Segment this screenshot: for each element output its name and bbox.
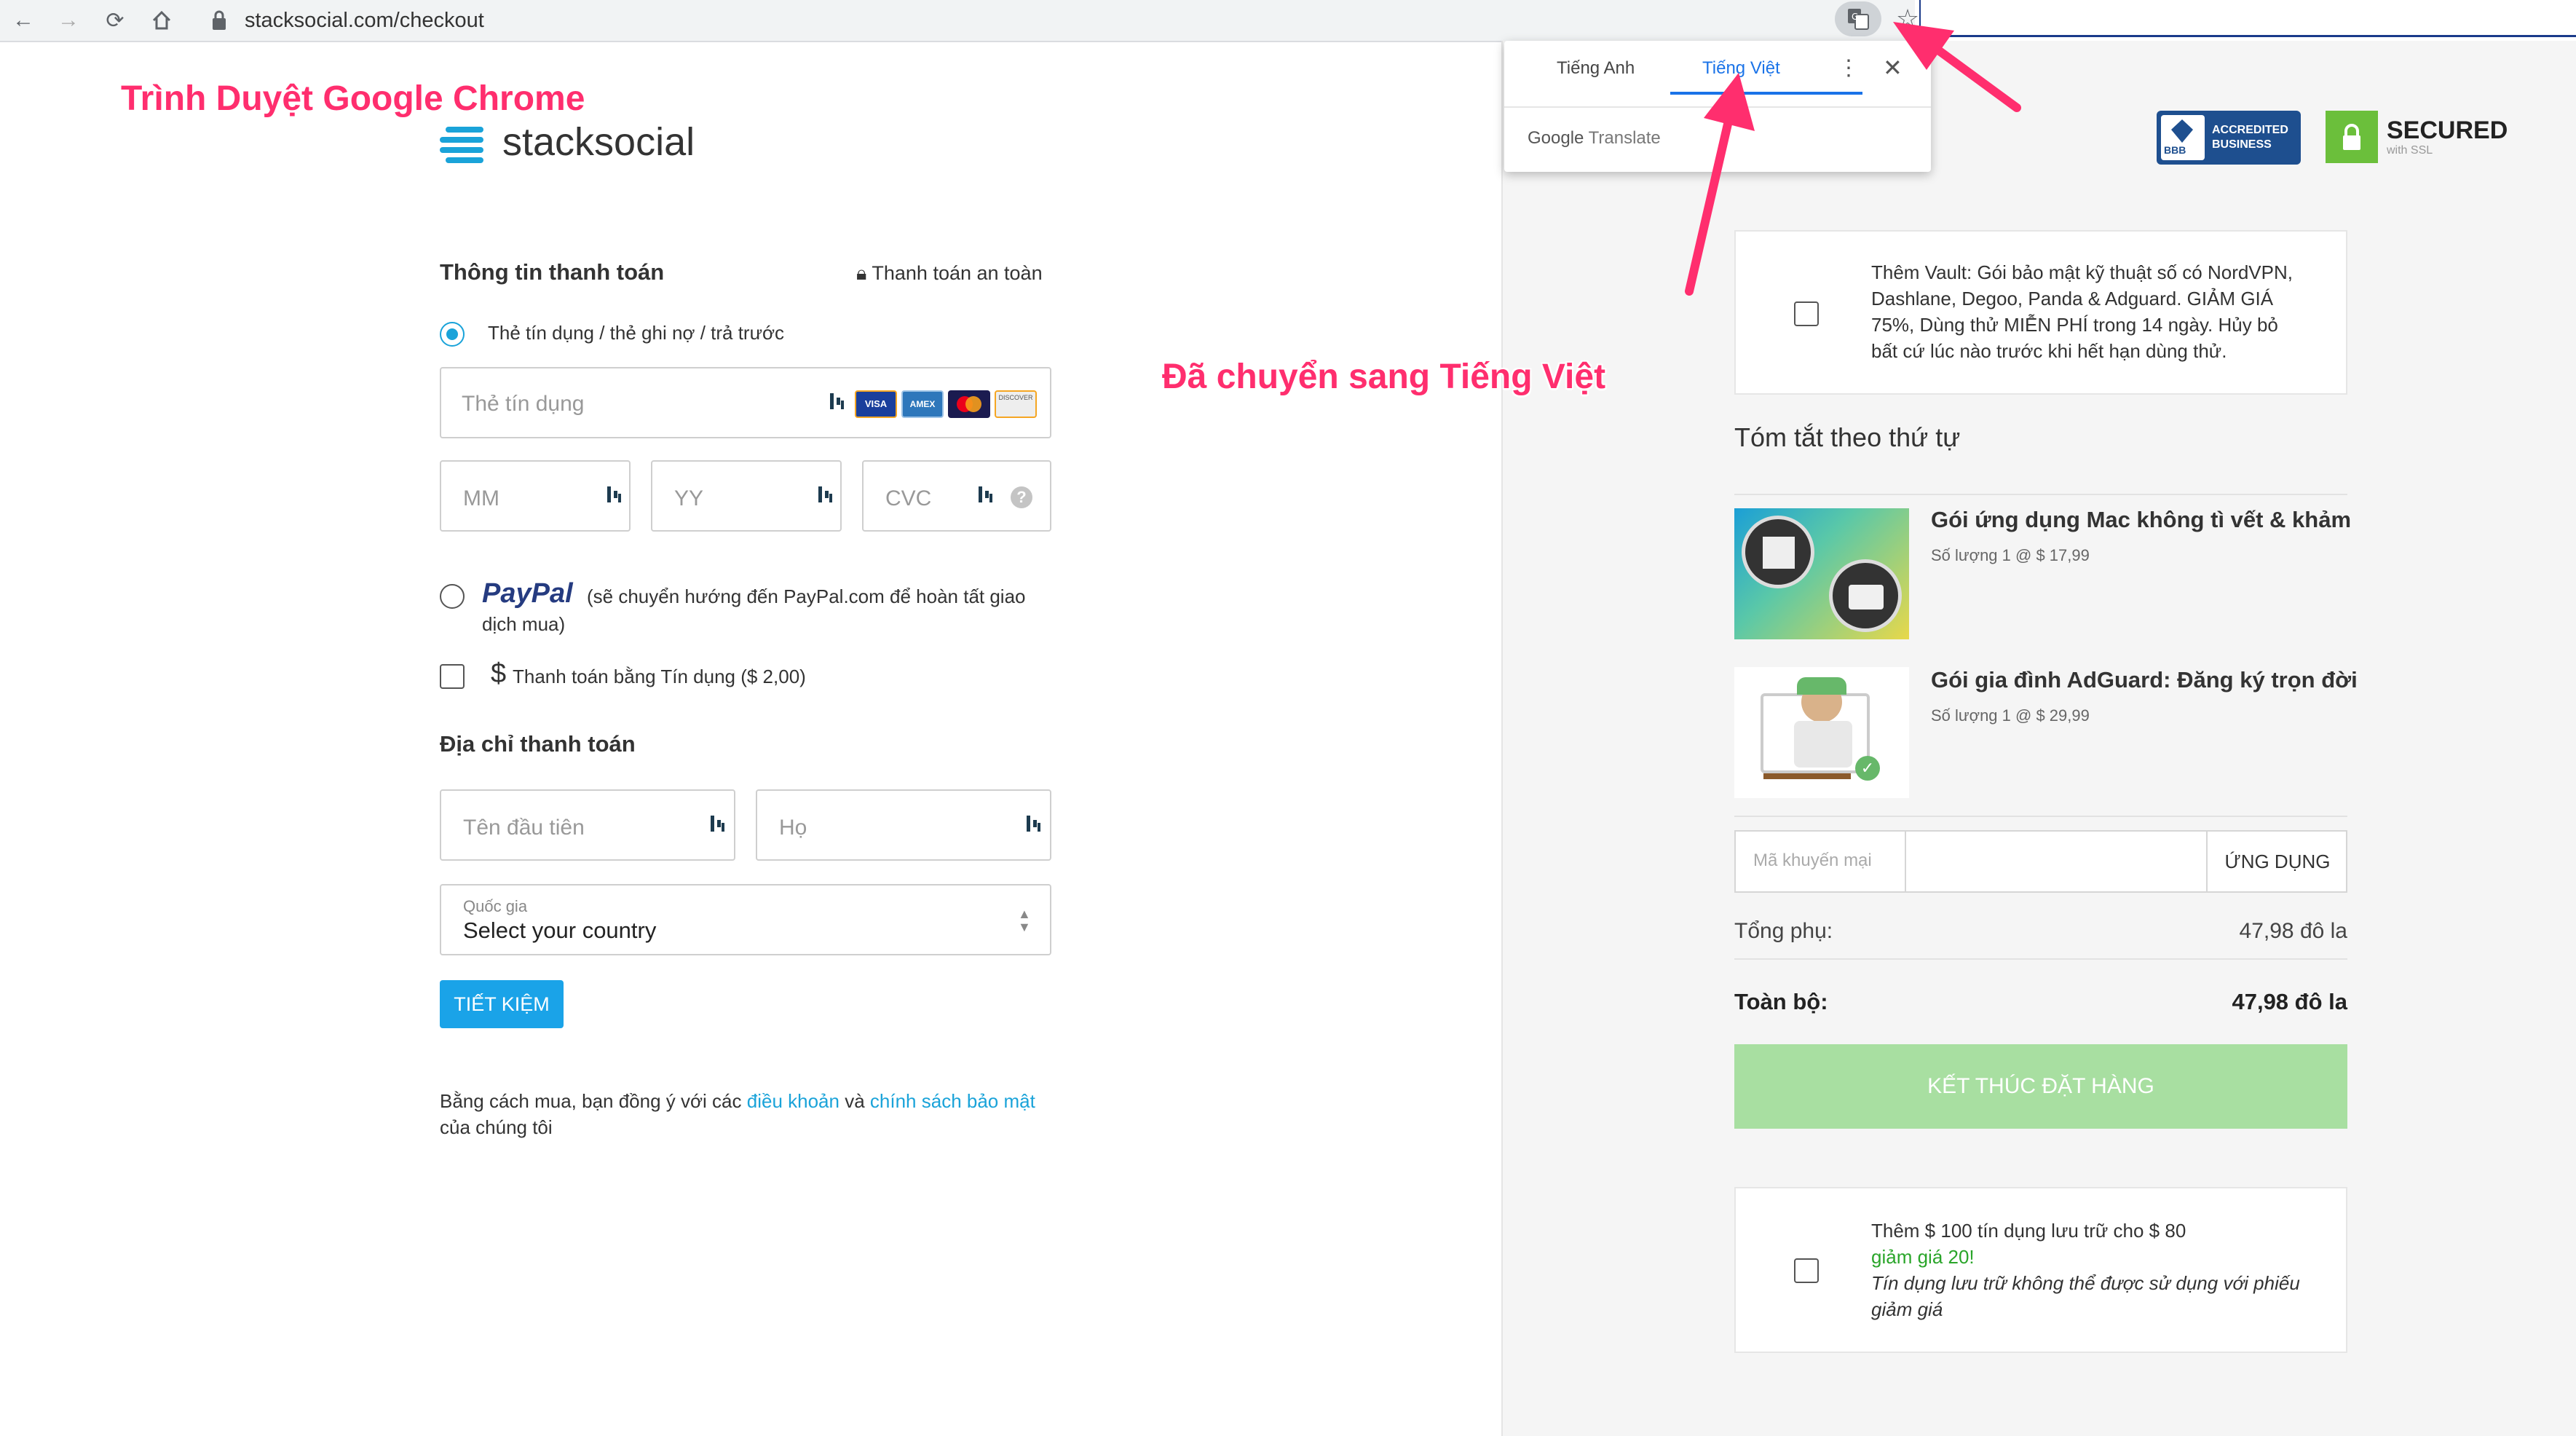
vault-offer-checkbox[interactable]	[1794, 301, 1819, 326]
last-name-field[interactable]: Họ	[756, 789, 1051, 861]
select-arrows-icon: ▲ ▼	[1018, 907, 1031, 934]
keychain-icon	[1027, 813, 1041, 835]
keychain-icon	[830, 390, 845, 412]
total-value: 47,98 đô la	[2232, 989, 2347, 1014]
mastercard-icon	[948, 390, 990, 418]
terms-link[interactable]: điều khoản	[747, 1090, 839, 1112]
privacy-link[interactable]: chính sách bảo mật	[870, 1090, 1035, 1112]
product-name: Gói ứng dụng Mac không tì vết & khảm	[1931, 507, 2352, 532]
keychain-icon	[818, 484, 833, 505]
tab-english[interactable]: Tiếng Anh	[1557, 58, 1635, 79]
card-option-label: Thẻ tín dụng / thẻ ghi nợ / trả trước	[488, 322, 785, 344]
save-button[interactable]: TIẾT KIỆM	[440, 980, 564, 1028]
vault-offer-text: Thêm Vault: Gói bảo mật kỹ thuật số có N…	[1871, 261, 2293, 362]
more-options-icon[interactable]: ⋮	[1838, 55, 1860, 81]
first-name-field[interactable]: Tên đầu tiên	[440, 789, 735, 861]
apply-promo-button[interactable]: ỨNG DỤNG	[2206, 832, 2347, 891]
divider	[1734, 494, 2347, 495]
discover-icon: DISCOVER	[995, 390, 1037, 418]
divider	[1734, 958, 2347, 960]
brand-logo-text[interactable]: stacksocial	[502, 119, 695, 165]
card-number-placeholder: Thẻ tín dụng	[462, 392, 585, 416]
terms-text: Bằng cách mua, bạn đồng ý với các điều k…	[440, 1090, 1035, 1138]
bbb-mark-icon: BBB	[2161, 115, 2205, 160]
cvc-field[interactable]: CVC ?	[862, 460, 1051, 532]
stacksocial-logo-icon	[440, 125, 491, 166]
product-name: Gói gia đình AdGuard: Đăng ký trọn đời	[1931, 667, 2358, 693]
expiry-year-field[interactable]: YY	[651, 460, 842, 532]
vault-offer-card: Thêm Vault: Gói bảo mật kỹ thuật số có N…	[1734, 230, 2347, 395]
keychain-icon	[979, 484, 993, 505]
subtotal-value: 47,98 đô la	[2239, 919, 2347, 943]
amex-icon: AMEX	[901, 390, 944, 418]
complete-order-button[interactable]: KẾT THÚC ĐẶT HÀNG	[1734, 1044, 2347, 1129]
country-label: Quốc gia	[463, 897, 528, 915]
bbb-badge: BBB ACCREDITED BUSINESS	[2157, 111, 2301, 165]
browser-annotation: Trình Duyệt Google Chrome	[121, 79, 585, 118]
divider	[1734, 816, 2347, 817]
google-translate-footer: Google Translate	[1528, 128, 1661, 149]
keychain-icon	[607, 484, 622, 505]
product-thumbnail-adguard[interactable]: ✓	[1734, 667, 1909, 798]
billing-heading: Địa chỉ thanh toán	[440, 731, 636, 757]
store-credit-offer-card: Thêm $ 100 tín dụng lưu trữ cho $ 80 giả…	[1734, 1187, 2347, 1353]
address-bar[interactable]: stacksocial.com/checkout	[245, 6, 484, 35]
secured-lock-icon	[2326, 111, 2378, 163]
forward-arrow-icon[interactable]: →	[52, 4, 84, 36]
promo-code-group: Mã khuyến mại ỨNG DỤNG	[1734, 830, 2347, 893]
product-thumbnail-mac-bundle[interactable]	[1734, 508, 1909, 639]
store-credit-checkbox[interactable]	[440, 664, 465, 689]
svg-text:G: G	[1852, 12, 1858, 22]
payment-heading: Thông tin thanh toán	[440, 259, 665, 285]
store-credit-offer-checkbox[interactable]	[1794, 1258, 1819, 1283]
store-credit-offer-text: Thêm $ 100 tín dụng lưu trữ cho $ 80 giả…	[1871, 1220, 2300, 1320]
google-wordmark: Google	[1528, 128, 1584, 148]
secured-subtitle: with SSL	[2387, 144, 2433, 157]
card-radio[interactable]	[440, 322, 465, 347]
browser-toolbar: ← → ⟳ stacksocial.com/checkout G ☆	[0, 0, 1919, 42]
product-quantity: Số lượng 1 @ $ 17,99	[1931, 546, 2090, 564]
total-label: Toàn bộ:	[1734, 989, 1828, 1014]
paypal-note-line1: (sẽ chuyển hướng đến PayPal.com để hoàn …	[587, 585, 1026, 607]
product-quantity: Số lượng 1 @ $ 29,99	[1931, 706, 2090, 725]
promo-code-input[interactable]	[1906, 832, 2206, 891]
lock-icon: 🔒︎	[856, 262, 867, 284]
help-icon[interactable]: ?	[1011, 486, 1032, 508]
keychain-icon	[711, 813, 725, 835]
reload-icon[interactable]: ⟳	[99, 4, 131, 36]
dollar-icon: $	[491, 658, 507, 689]
paypal-logo: PayPal	[482, 578, 573, 609]
secured-title: SECURED	[2387, 117, 2508, 144]
secure-payment-note: 🔒︎ Thanh toán an toàn	[856, 262, 1043, 284]
home-icon[interactable]	[146, 4, 178, 36]
translate-wordmark: Translate	[1588, 128, 1661, 148]
translate-icon[interactable]: G	[1835, 1, 1881, 36]
subtotal-label: Tổng phụ:	[1734, 919, 1833, 943]
visa-icon: VISA	[855, 390, 897, 418]
country-select[interactable]: Quốc gia Select your country ▲ ▼	[440, 884, 1051, 955]
paypal-radio[interactable]	[440, 584, 465, 609]
order-summary-heading: Tóm tắt theo thứ tự	[1734, 422, 1961, 452]
credit-option-label: Thanh toán bằng Tín dụng ($ 2,00)	[513, 666, 806, 687]
lock-icon	[213, 10, 226, 30]
country-value: Select your country	[463, 918, 657, 943]
switched-annotation: Đã chuyển sang Tiếng Việt	[1162, 358, 1606, 396]
paypal-note-line2: dịch mua)	[482, 613, 566, 635]
arrow-annotation-icon	[1893, 22, 2021, 112]
card-number-field[interactable]: Thẻ tín dụng VISA AMEX DISCOVER	[440, 367, 1051, 438]
expiry-month-field[interactable]: MM	[440, 460, 631, 532]
promo-label-cell: Mã khuyến mại	[1736, 832, 1906, 891]
back-arrow-icon[interactable]: ←	[7, 4, 39, 36]
